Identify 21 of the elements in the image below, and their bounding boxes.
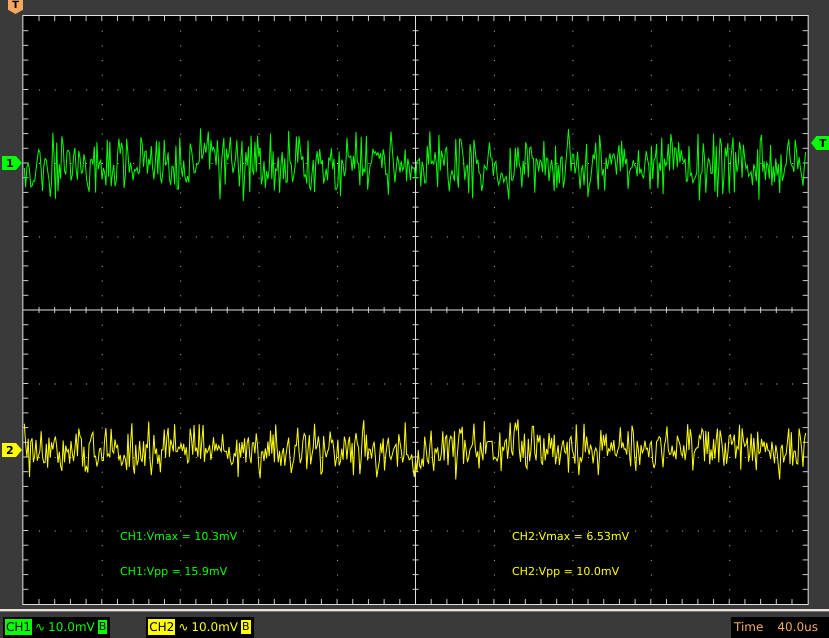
channel-marker[interactable]: 2: [2, 443, 22, 457]
channel-marker[interactable]: 1: [2, 156, 22, 170]
bandwidth-limit-flag: B: [241, 620, 251, 634]
trigger-position-marker[interactable]: T: [8, 0, 23, 14]
measurement-readout: CH1:Vmax = 10.3mV: [120, 530, 238, 543]
trigger-level-marker[interactable]: T: [811, 136, 829, 150]
channel-status[interactable]: CH2 ∿ 10.0mV B: [146, 616, 254, 638]
timebase-status[interactable]: Time 40.0us: [731, 616, 829, 638]
measurement-readout: CH1:Vpp = 15.9mV: [120, 565, 228, 578]
channel-status[interactable]: CH1 ∿ 10.0mV B: [3, 616, 110, 638]
measurement-readout: CH2:Vmax = 6.53mV: [512, 530, 630, 543]
volts-per-division: 10.0mV: [191, 620, 238, 634]
coupling-symbol: ∿: [35, 620, 46, 634]
bandwidth-limit-flag: B: [98, 620, 108, 634]
channel-label: CH2: [148, 619, 176, 635]
measurement-readout: CH2:Vpp = 10.0mV: [512, 565, 620, 578]
coupling-symbol: ∿: [178, 620, 188, 634]
volts-per-division: 10.0mV: [48, 620, 95, 634]
channel-label: CH1: [5, 619, 32, 635]
timebase-label: Time: [734, 620, 764, 634]
timebase-value: 40.0us: [777, 620, 818, 634]
